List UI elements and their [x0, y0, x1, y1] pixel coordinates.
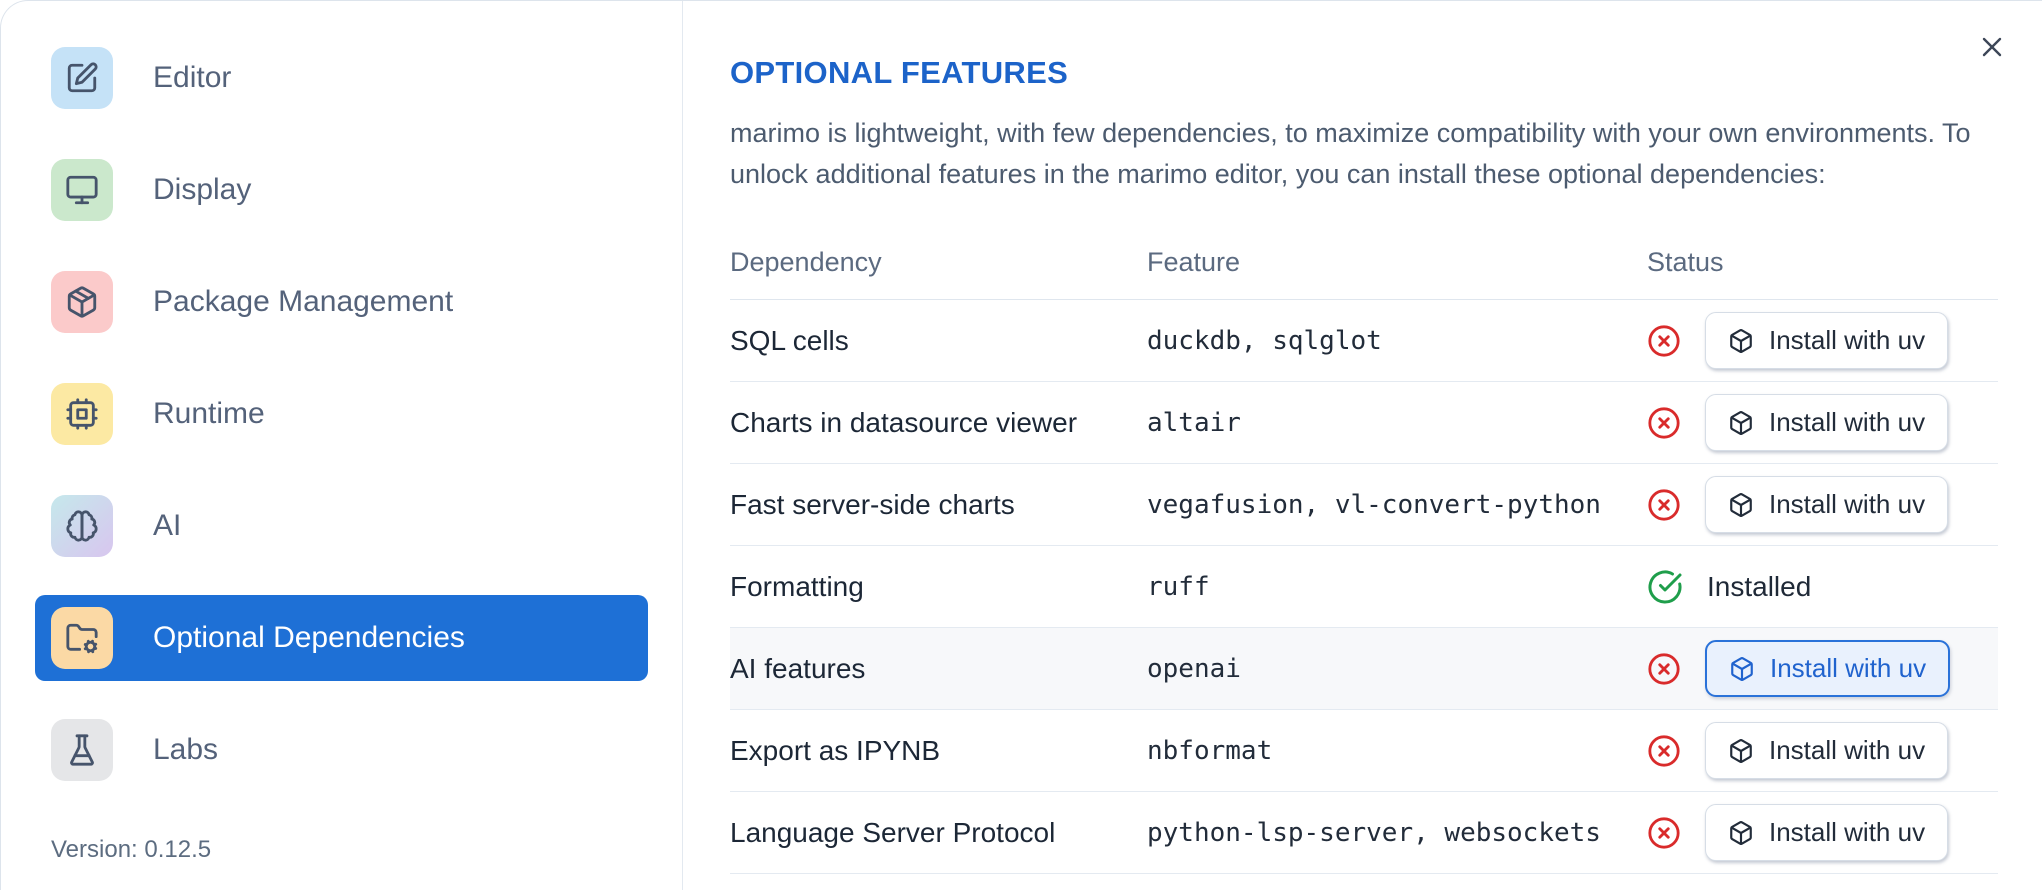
close-button[interactable]	[1972, 27, 2012, 67]
not-installed-icon	[1647, 734, 1681, 768]
table-header: Dependency Feature Status	[730, 226, 1998, 300]
install-button-label: Install with uv	[1769, 735, 1926, 765]
status-cell: Install with uv	[1647, 722, 1998, 779]
not-installed-icon	[1647, 488, 1681, 522]
sidebar-item-label: Package Management	[153, 285, 454, 318]
sidebar-item-label: Labs	[153, 733, 219, 766]
column-header-status: Status	[1647, 247, 1724, 277]
monitor-icon	[51, 159, 113, 221]
box-icon	[1728, 492, 1754, 518]
flask-icon	[51, 719, 113, 781]
dependencies-table: Dependency Feature Status SQL cells duck…	[730, 226, 1998, 874]
sidebar-item-label: Optional Dependencies	[153, 621, 465, 654]
box-icon	[1728, 328, 1754, 354]
table-row: Charts in datasource viewer altair Insta…	[730, 382, 1998, 464]
sidebar-item-runtime[interactable]: Runtime	[35, 371, 648, 457]
sidebar-item-label: Display	[153, 173, 252, 206]
square-pen-icon	[51, 47, 113, 109]
table-row: Fast server-side charts vegafusion, vl-c…	[730, 464, 1998, 546]
sidebar-item-label: AI	[153, 509, 182, 542]
install-button-label: Install with uv	[1770, 653, 1927, 683]
box-icon	[1728, 410, 1754, 436]
feature-cell: python-lsp-server, websockets	[1147, 817, 1601, 848]
table-row: SQL cells duckdb, sqlglot Install with u…	[730, 300, 1998, 382]
close-icon	[1976, 31, 2008, 63]
sidebar-item-optional-dependencies[interactable]: Optional Dependencies	[35, 595, 648, 681]
column-header-feature: Feature	[1147, 247, 1241, 277]
sidebar-item-package-management[interactable]: Package Management	[35, 259, 648, 345]
install-button-label: Install with uv	[1769, 325, 1926, 355]
page-title: OPTIONAL FEATURES	[730, 55, 1069, 90]
feature-cell: nbformat	[1147, 735, 1273, 766]
not-installed-icon	[1647, 406, 1681, 440]
table-row: Export as IPYNB nbformat Install with uv	[730, 710, 1998, 792]
status-cell: Install with uv	[1647, 476, 1998, 533]
box-icon	[1728, 820, 1754, 846]
not-installed-icon	[1647, 652, 1681, 686]
table-row: AI features openai Install with uv	[730, 628, 1998, 710]
table-row: Formatting ruff Installed	[730, 546, 1998, 628]
sidebar-item-label: Editor	[153, 61, 232, 94]
settings-dialog: Editor Display Package Management Runtim…	[0, 0, 2042, 890]
folder-cog-icon	[51, 607, 113, 669]
install-with-uv-button[interactable]: Install with uv	[1705, 640, 1951, 697]
dependency-cell: Formatting	[730, 570, 864, 602]
dependency-cell: Language Server Protocol	[730, 816, 1056, 848]
box-icon	[1729, 656, 1755, 682]
install-with-uv-button[interactable]: Install with uv	[1705, 722, 1949, 779]
not-installed-icon	[1647, 324, 1681, 358]
install-with-uv-button[interactable]: Install with uv	[1705, 804, 1949, 861]
dependency-cell: AI features	[730, 652, 866, 684]
install-with-uv-button[interactable]: Install with uv	[1705, 312, 1949, 369]
table-row: Language Server Protocol python-lsp-serv…	[730, 792, 1998, 874]
feature-cell: openai	[1147, 653, 1241, 684]
box-icon	[1728, 738, 1754, 764]
install-button-label: Install with uv	[1769, 489, 1926, 519]
cpu-icon	[51, 383, 113, 445]
version-label: Version: 0.12.5	[51, 836, 212, 863]
feature-cell: vegafusion, vl-convert-python	[1147, 489, 1601, 520]
install-with-uv-button[interactable]: Install with uv	[1705, 476, 1949, 533]
install-with-uv-button[interactable]: Install with uv	[1705, 394, 1949, 451]
dependency-cell: SQL cells	[730, 324, 849, 356]
dependency-cell: Export as IPYNB	[730, 734, 941, 766]
installed-check-icon	[1647, 569, 1683, 605]
sidebar-item-editor[interactable]: Editor	[35, 35, 648, 121]
status-cell: Install with uv	[1647, 394, 1998, 451]
sidebar-item-labs[interactable]: Labs	[35, 707, 648, 793]
status-cell: Install with uv	[1647, 640, 1998, 697]
column-header-dependency: Dependency	[730, 247, 882, 277]
sidebar-item-label: Runtime	[153, 397, 265, 430]
install-button-label: Install with uv	[1769, 407, 1926, 437]
install-button-label: Install with uv	[1769, 817, 1926, 847]
feature-cell: altair	[1147, 407, 1241, 438]
status-cell: Install with uv	[1647, 312, 1998, 369]
status-cell: Install with uv	[1647, 804, 1998, 861]
not-installed-icon	[1647, 816, 1681, 850]
settings-sidebar: Editor Display Package Management Runtim…	[1, 1, 683, 890]
status-cell: Installed	[1647, 569, 1998, 605]
feature-cell: ruff	[1147, 571, 1210, 602]
brain-icon	[51, 495, 113, 557]
package-icon	[51, 271, 113, 333]
sidebar-item-display[interactable]: Display	[35, 147, 648, 233]
dependency-cell: Fast server-side charts	[730, 488, 1015, 520]
sidebar-item-ai[interactable]: AI	[35, 483, 648, 569]
panel-description: marimo is lightweight, with few dependen…	[730, 118, 1971, 189]
installed-label: Installed	[1707, 570, 1812, 602]
optional-features-panel: OPTIONAL FEATURES marimo is lightweight,…	[683, 1, 2042, 890]
dependency-cell: Charts in datasource viewer	[730, 406, 1078, 438]
feature-cell: duckdb, sqlglot	[1147, 325, 1382, 356]
